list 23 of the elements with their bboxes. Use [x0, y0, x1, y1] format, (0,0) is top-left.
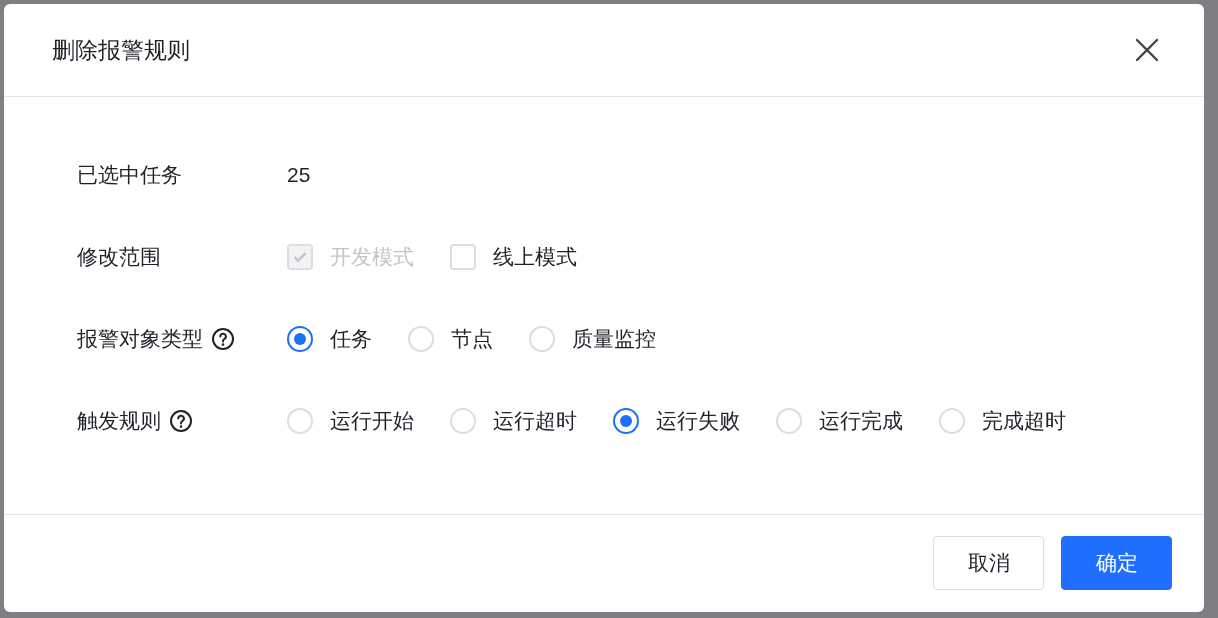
option-label[interactable]: 完成超时 — [982, 405, 1066, 437]
field-label: 触发规则 — [77, 408, 161, 435]
option-label[interactable]: 质量监控 — [572, 323, 656, 355]
option-label[interactable]: 节点 — [451, 323, 493, 355]
field-value: 25 — [287, 162, 311, 189]
option-label[interactable]: 运行超时 — [493, 405, 577, 437]
field-label: 已选中任务 — [77, 162, 182, 189]
help-icon[interactable] — [169, 409, 193, 433]
radio-button[interactable] — [287, 326, 313, 352]
checkbox[interactable] — [450, 244, 476, 270]
option-label[interactable]: 运行完成 — [819, 405, 903, 437]
help-icon[interactable] — [211, 327, 235, 351]
cancel-button[interactable]: 取消 — [933, 536, 1044, 590]
dialog-title: 删除报警规则 — [52, 35, 190, 65]
confirm-button[interactable]: 确定 — [1061, 536, 1172, 590]
option-label[interactable]: 运行失败 — [656, 405, 740, 437]
close-icon[interactable] — [1134, 37, 1160, 63]
field-label: 修改范围 — [77, 244, 161, 271]
radio-button[interactable] — [613, 408, 639, 434]
option-label[interactable]: 线上模式 — [493, 241, 577, 273]
option-label[interactable]: 任务 — [330, 323, 372, 355]
field-label: 报警对象类型 — [77, 326, 203, 353]
option-label[interactable]: 运行开始 — [330, 405, 414, 437]
